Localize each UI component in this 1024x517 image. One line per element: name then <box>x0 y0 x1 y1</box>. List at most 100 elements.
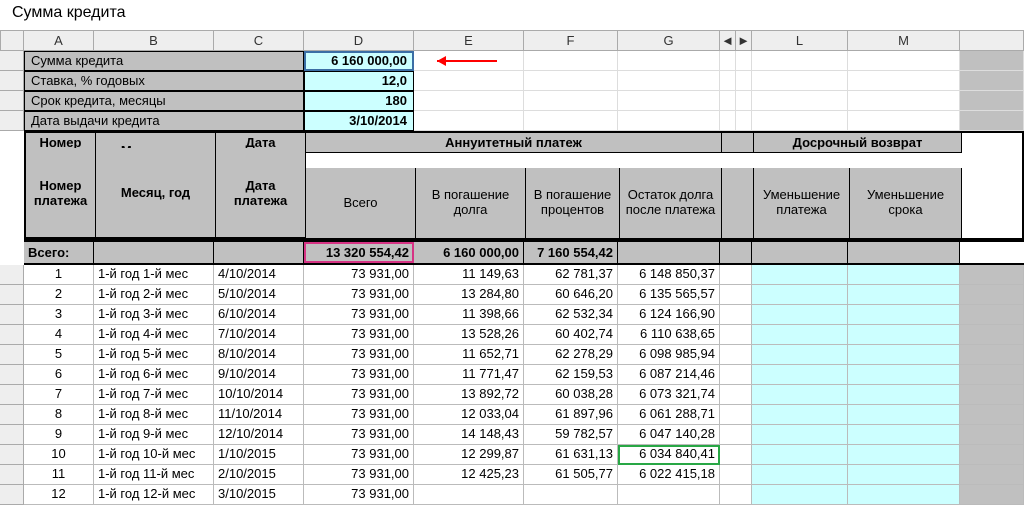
cell-reduce-term[interactable] <box>848 485 960 505</box>
payment-row[interactable]: 61-й год 6-й мес9/10/201473 931,0011 771… <box>0 365 1024 385</box>
cell-pct[interactable]: 61 631,13 <box>524 445 618 465</box>
cell-pct[interactable]: 62 781,37 <box>524 265 618 285</box>
cell-body[interactable]: 11 398,66 <box>414 305 524 325</box>
cell-rest[interactable]: 6 087 214,46 <box>618 365 720 385</box>
payment-row[interactable]: 31-й год 3-й мес6/10/201473 931,0011 398… <box>0 305 1024 325</box>
cell-num[interactable]: 8 <box>24 405 94 425</box>
cell-reduce-pay[interactable] <box>752 365 848 385</box>
cell-date[interactable]: 8/10/2014 <box>214 345 304 365</box>
cell-total[interactable]: 73 931,00 <box>304 465 414 485</box>
cell-reduce-pay[interactable] <box>752 405 848 425</box>
cell-total[interactable]: 73 931,00 <box>304 285 414 305</box>
payment-row[interactable]: 81-й год 8-й мес11/10/201473 931,0012 03… <box>0 405 1024 425</box>
cell-total[interactable]: 73 931,00 <box>304 365 414 385</box>
cell-total[interactable]: 73 931,00 <box>304 345 414 365</box>
cell-month[interactable]: 1-й год 5-й мес <box>94 345 214 365</box>
col-L[interactable]: L <box>752 31 848 51</box>
cell-gap[interactable] <box>720 425 752 445</box>
cell-rest[interactable]: 6 022 415,18 <box>618 465 720 485</box>
cell-month[interactable]: 1-й год 9-й мес <box>94 425 214 445</box>
totals-total[interactable]: 13 320 554,42 <box>304 242 414 263</box>
cell-month[interactable]: 1-й год 2-й мес <box>94 285 214 305</box>
cell-gap[interactable] <box>720 265 752 285</box>
summary-row-date[interactable]: Дата выдачи кредита 3/10/2014 <box>0 111 1024 131</box>
row-header[interactable] <box>0 91 24 111</box>
payment-row[interactable]: 101-й год 10-й мес1/10/201573 931,0012 2… <box>0 445 1024 465</box>
cell-rest[interactable]: 6 034 840,41 <box>618 445 720 465</box>
cell-pct[interactable]: 60 038,28 <box>524 385 618 405</box>
cell-date[interactable]: 4/10/2014 <box>214 265 304 285</box>
summary-row-term[interactable]: Срок кредита, месяцы 180 <box>0 91 1024 111</box>
row-header[interactable] <box>0 345 24 365</box>
cell-reduce-pay[interactable] <box>752 385 848 405</box>
payment-row[interactable]: 121-й год 12-й мес3/10/201573 931,00 <box>0 485 1024 505</box>
cell-num[interactable]: 5 <box>24 345 94 365</box>
cell-body[interactable]: 13 892,72 <box>414 385 524 405</box>
cell-body[interactable]: 14 148,43 <box>414 425 524 445</box>
cell-num[interactable]: 1 <box>24 265 94 285</box>
payment-row[interactable]: 91-й год 9-й мес12/10/201473 931,0014 14… <box>0 425 1024 445</box>
cell-pct[interactable]: 59 782,57 <box>524 425 618 445</box>
row-header[interactable] <box>0 265 24 285</box>
spreadsheet-grid[interactable]: A B C D E F G ◄ ► L M Сумма кредита 6 16… <box>0 30 1024 505</box>
cell-total[interactable]: 73 931,00 <box>304 325 414 345</box>
row-header[interactable] <box>0 385 24 405</box>
payment-row[interactable]: 111-й год 11-й мес2/10/201573 931,0012 4… <box>0 465 1024 485</box>
row-header[interactable] <box>0 325 24 345</box>
cell-total[interactable]: 73 931,00 <box>304 425 414 445</box>
cell-total[interactable]: 73 931,00 <box>304 405 414 425</box>
summary-label[interactable]: Сумма кредита <box>24 51 304 71</box>
row-header[interactable] <box>0 285 24 305</box>
cell-body[interactable]: 12 033,04 <box>414 405 524 425</box>
cell-gap[interactable] <box>720 465 752 485</box>
cell-reduce-pay[interactable] <box>752 485 848 505</box>
cell-total[interactable]: 73 931,00 <box>304 445 414 465</box>
select-all-corner[interactable] <box>0 31 24 51</box>
row-header[interactable] <box>0 51 24 71</box>
cell-num[interactable]: 9 <box>24 425 94 445</box>
col-B[interactable]: B <box>94 31 214 51</box>
cell-num[interactable]: 2 <box>24 285 94 305</box>
payment-row[interactable]: 11-й год 1-й мес4/10/201473 931,0011 149… <box>0 265 1024 285</box>
cell-body[interactable]: 11 771,47 <box>414 365 524 385</box>
cell-date[interactable]: 2/10/2015 <box>214 465 304 485</box>
summary-label[interactable]: Ставка, % годовых <box>24 71 304 91</box>
summary-row-rate[interactable]: Ставка, % годовых 12,0 <box>0 71 1024 91</box>
cell-rest[interactable]: 6 073 321,74 <box>618 385 720 405</box>
cell-date[interactable]: 6/10/2014 <box>214 305 304 325</box>
cell-month[interactable]: 1-й год 4-й мес <box>94 325 214 345</box>
cell-rest[interactable]: 6 124 166,90 <box>618 305 720 325</box>
cell-body[interactable]: 12 299,87 <box>414 445 524 465</box>
cell-month[interactable]: 1-й год 1-й мес <box>94 265 214 285</box>
cell-date[interactable]: 9/10/2014 <box>214 365 304 385</box>
cell-num[interactable]: 7 <box>24 385 94 405</box>
row-header[interactable] <box>0 71 24 91</box>
row-header[interactable] <box>0 425 24 445</box>
cell-reduce-term[interactable] <box>848 345 960 365</box>
cell-num[interactable]: 10 <box>24 445 94 465</box>
cell-body[interactable]: 11 149,63 <box>414 265 524 285</box>
cell-num[interactable]: 6 <box>24 365 94 385</box>
cell-reduce-term[interactable] <box>848 465 960 485</box>
nav-right-icon[interactable]: ► <box>736 31 752 51</box>
cell-pct[interactable]: 61 505,77 <box>524 465 618 485</box>
payment-row[interactable]: 51-й год 5-й мес8/10/201473 931,0011 652… <box>0 345 1024 365</box>
cell-rest[interactable]: 6 135 565,57 <box>618 285 720 305</box>
cell-reduce-term[interactable] <box>848 265 960 285</box>
row-header[interactable] <box>0 365 24 385</box>
cell-reduce-term[interactable] <box>848 425 960 445</box>
cell-date[interactable]: 10/10/2014 <box>214 385 304 405</box>
nav-left-icon[interactable]: ◄ <box>720 31 736 51</box>
summary-value-amount[interactable]: 6 160 000,00 <box>304 51 414 71</box>
cell-pct[interactable]: 62 159,53 <box>524 365 618 385</box>
summary-label[interactable]: Дата выдачи кредита <box>24 111 304 131</box>
col-M[interactable]: M <box>848 31 960 51</box>
cell-total[interactable]: 73 931,00 <box>304 305 414 325</box>
payment-row[interactable]: 71-й год 7-й мес10/10/201473 931,0013 89… <box>0 385 1024 405</box>
cell-body[interactable]: 13 528,26 <box>414 325 524 345</box>
summary-label[interactable]: Срок кредита, месяцы <box>24 91 304 111</box>
cell-reduce-pay[interactable] <box>752 445 848 465</box>
cell-reduce-term[interactable] <box>848 445 960 465</box>
cell-reduce-term[interactable] <box>848 305 960 325</box>
cell-month[interactable]: 1-й год 12-й мес <box>94 485 214 505</box>
